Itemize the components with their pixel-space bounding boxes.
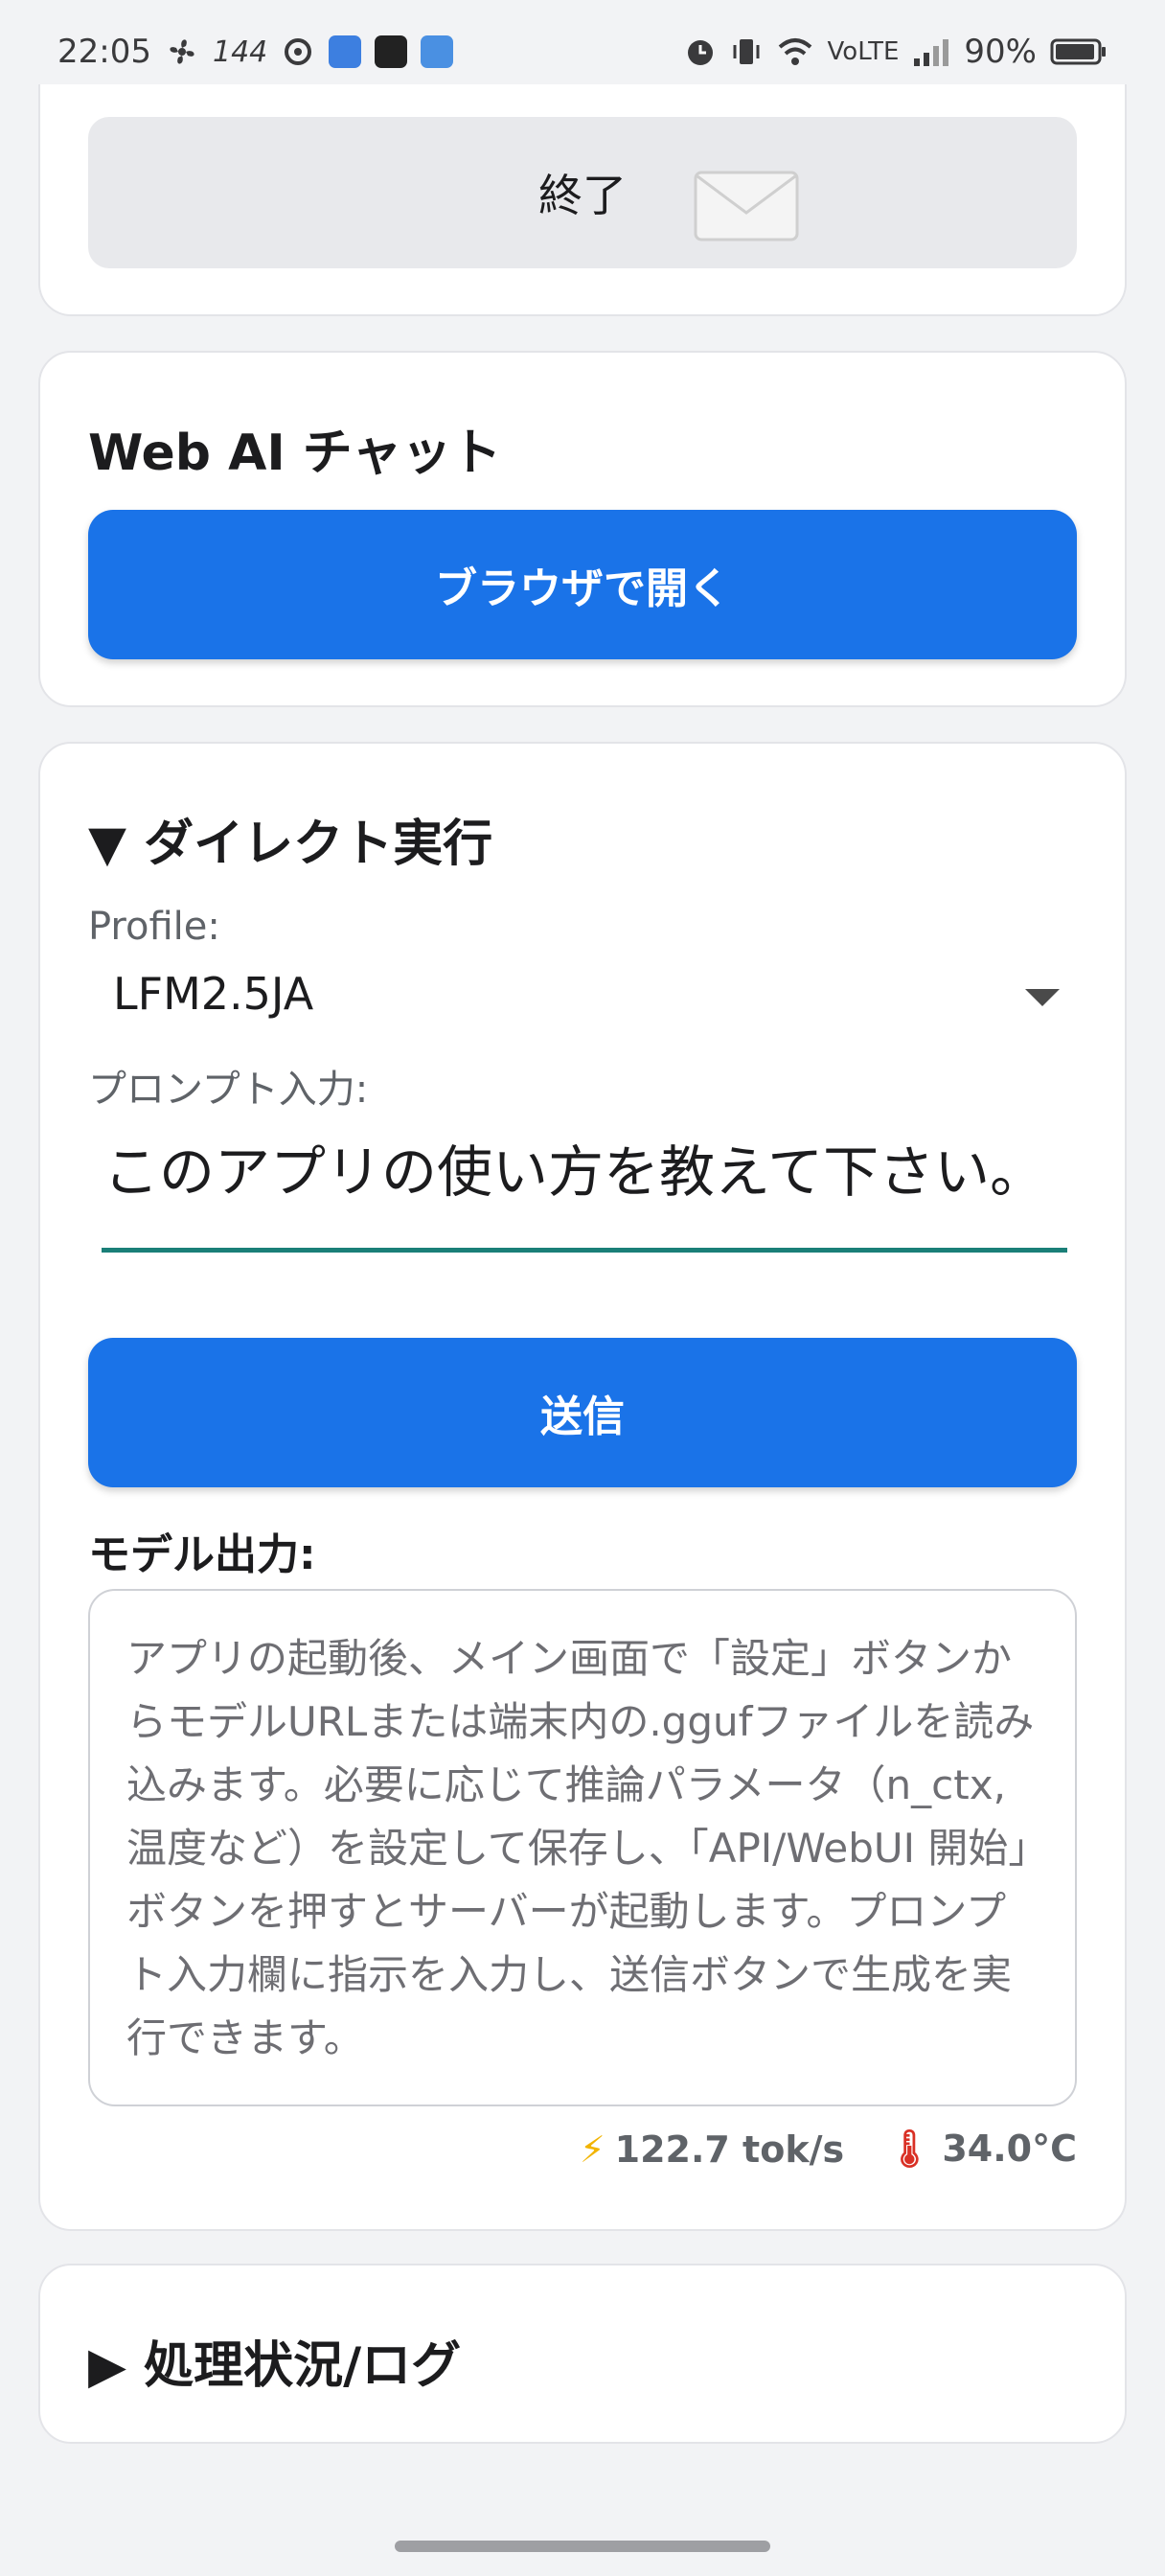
log-toggle[interactable]: ▶ 処理状況/ログ bbox=[88, 2325, 461, 2397]
web-ai-chat-title: Web AI チャット bbox=[88, 425, 502, 482]
performance-stats: ⚡ 122.7 tok/s 🌡 34.0°C bbox=[580, 2128, 1077, 2171]
web-ai-chat-card: Web AI チャット ブラウザで開く bbox=[38, 351, 1127, 707]
lightning-icon: ⚡ bbox=[579, 2128, 605, 2171]
prompt-input[interactable]: このアプリの使い方を教えて下さい。 bbox=[40, 1127, 1125, 1280]
tiktok-icon bbox=[375, 35, 408, 68]
refresh-rate-icon: 144 bbox=[212, 34, 268, 69]
signal-icon bbox=[912, 35, 950, 68]
profile-label: Profile: bbox=[88, 905, 220, 949]
send-button[interactable]: 送信 bbox=[88, 1338, 1077, 1487]
prompt-underline bbox=[102, 1248, 1067, 1253]
app-notification-icon bbox=[329, 35, 362, 68]
speed-value: 122.7 tok/s bbox=[614, 2128, 845, 2171]
battery-icon bbox=[1050, 36, 1108, 67]
direct-execution-toggle[interactable]: ▼ ダイレクト実行 bbox=[88, 803, 492, 875]
prompt-input-text: このアプリの使い方を教えて下さい。 bbox=[103, 1139, 1046, 1205]
prompt-label: プロンプト入力: bbox=[88, 1068, 369, 1112]
network-type: VoLTE bbox=[827, 37, 900, 66]
direct-execution-card: ▼ ダイレクト実行 Profile: LFM2.5JA プロンプト入力: このア… bbox=[38, 742, 1127, 2231]
wifi-icon bbox=[776, 35, 814, 68]
dropdown-arrow-icon bbox=[1025, 989, 1060, 1006]
control-card: 終了 bbox=[38, 84, 1127, 316]
end-button-label: 終了 bbox=[538, 170, 627, 221]
model-output-label: モデル出力: bbox=[88, 1530, 316, 1579]
thermometer-icon: 🌡 bbox=[886, 2128, 933, 2170]
log-card: ▶ 処理状況/ログ bbox=[38, 2264, 1127, 2444]
home-indicator[interactable] bbox=[395, 2541, 770, 2552]
profile-dropdown[interactable]: LFM2.5JA bbox=[88, 960, 1077, 1037]
alarm-icon bbox=[684, 35, 717, 68]
temperature-value: 34.0°C bbox=[942, 2128, 1077, 2170]
sync-icon bbox=[281, 34, 315, 69]
open-browser-button[interactable]: ブラウザで開く bbox=[88, 510, 1077, 659]
fan-icon bbox=[165, 34, 199, 69]
model-output-box: アプリの起動後、メイン画面で「設定」ボタンからモデルURLまたは端末内の.ggu… bbox=[88, 1589, 1077, 2106]
vibrate-icon bbox=[730, 35, 763, 68]
envelope-icon bbox=[694, 171, 799, 252]
battery-percent: 90% bbox=[964, 33, 1037, 71]
status-time: 22:05 bbox=[57, 33, 151, 71]
cloud-icon bbox=[421, 35, 454, 68]
end-button[interactable]: 終了 bbox=[88, 117, 1077, 268]
profile-value: LFM2.5JA bbox=[113, 968, 314, 1020]
